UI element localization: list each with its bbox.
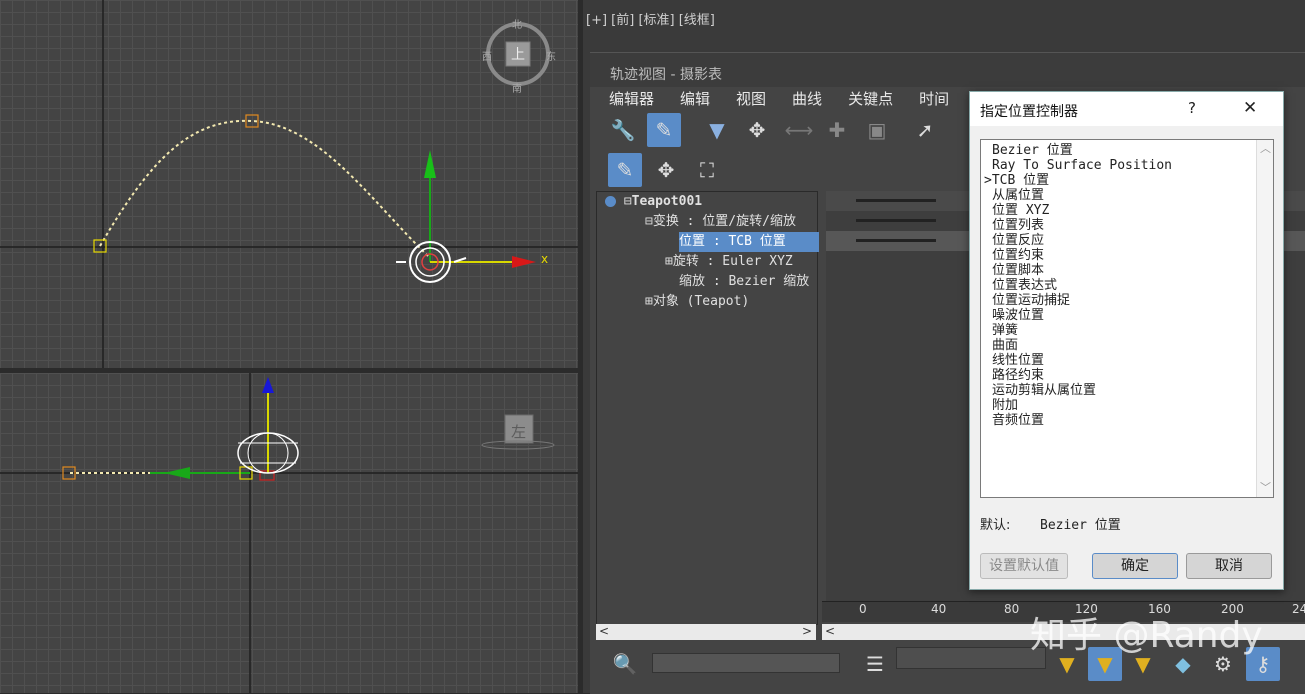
expand-icon[interactable]: ⊞ bbox=[645, 294, 653, 309]
tree-item-transform[interactable]: ⊟变换 : 位置/旋转/缩放 bbox=[645, 212, 796, 232]
lock-selection-icon[interactable]: ⛶ bbox=[690, 153, 724, 187]
list-item[interactable]: 曲面 bbox=[984, 338, 1273, 353]
tick-label: 80 bbox=[1004, 602, 1020, 616]
object-dot-icon bbox=[605, 196, 616, 207]
list-item[interactable]: Bezier 位置 bbox=[984, 143, 1273, 158]
select-time-icon[interactable]: ➚ bbox=[908, 113, 942, 147]
list-item[interactable]: 路径约束 bbox=[984, 368, 1273, 383]
list-item[interactable]: 线性位置 bbox=[984, 353, 1273, 368]
track-search-input[interactable] bbox=[652, 653, 840, 673]
controller-list-items: Bezier 位置 Ray To Surface Position >TCB 位… bbox=[981, 140, 1273, 428]
assign-position-controller-dialog: 指定位置控制器 ? ✕ Bezier 位置 Ray To Surface Pos… bbox=[969, 91, 1284, 590]
list-item[interactable]: 位置脚本 bbox=[984, 263, 1273, 278]
range-bar[interactable] bbox=[856, 199, 936, 202]
compass-east: 东 bbox=[546, 52, 556, 63]
tick-label: 0 bbox=[859, 602, 867, 616]
list-item-selected[interactable]: >TCB 位置 bbox=[984, 173, 1273, 188]
watermark: 知乎 @Randy bbox=[1030, 615, 1263, 656]
scroll-down-icon[interactable]: ﹀ bbox=[1260, 479, 1271, 495]
tree-item-root[interactable]: ⊟Teapot001 bbox=[605, 192, 702, 212]
default-value: Bezier 位置 bbox=[1040, 518, 1121, 533]
list-item[interactable]: 位置约束 bbox=[984, 248, 1273, 263]
compass-west: 西 bbox=[482, 52, 492, 63]
viewcube-left-label[interactable]: 左 bbox=[511, 421, 526, 442]
menu-editor[interactable]: 编辑器 bbox=[609, 90, 654, 108]
tree-item-rotation[interactable]: ⊞旋转 : Euler XYZ bbox=[665, 252, 793, 272]
x-axis-label: x bbox=[541, 252, 549, 266]
filter-icon[interactable]: ▼ bbox=[700, 113, 734, 147]
menu-view[interactable]: 视图 bbox=[736, 90, 766, 108]
controller-list[interactable]: Bezier 位置 Ray To Surface Position >TCB 位… bbox=[980, 139, 1274, 498]
compass-north: 北 bbox=[512, 20, 522, 31]
tree-scrollbar[interactable]: < > bbox=[596, 624, 816, 640]
scroll-left-arrow[interactable]: < bbox=[599, 624, 609, 638]
list-scrollbar[interactable]: ︿ ﹀ bbox=[1256, 140, 1273, 497]
set-default-button[interactable]: 设置默认值 bbox=[980, 553, 1068, 579]
range-bar[interactable] bbox=[856, 219, 936, 222]
dope-sheet-icon[interactable]: ✎ bbox=[647, 113, 681, 147]
list-item[interactable]: 运动剪辑从属位置 bbox=[984, 383, 1273, 398]
list-item[interactable]: 位置列表 bbox=[984, 218, 1273, 233]
menu-edit[interactable]: 编辑 bbox=[680, 90, 710, 108]
scroll-right-arrow[interactable]: > bbox=[802, 624, 812, 638]
list-item[interactable]: 音频位置 bbox=[984, 413, 1273, 428]
viewport-left-scene bbox=[0, 373, 578, 693]
viewport-front-label[interactable]: [+] [前] [标准] [线框] bbox=[586, 9, 715, 28]
viewport-left[interactable]: 左 bbox=[0, 373, 578, 693]
filter-selected-icon[interactable]: 🔧 bbox=[606, 113, 640, 147]
tree-item-object[interactable]: ⊞对象 (Teapot) bbox=[645, 292, 749, 312]
edit-ranges-icon[interactable]: ✥ bbox=[649, 153, 683, 187]
list-item[interactable]: 噪波位置 bbox=[984, 308, 1273, 323]
edit-keys-icon[interactable]: ✎ bbox=[608, 153, 642, 187]
ok-button[interactable]: 确定 bbox=[1092, 553, 1178, 579]
track-view-titlebar[interactable]: 轨迹视图 - 摄影表 bbox=[590, 53, 1305, 87]
value-field[interactable] bbox=[896, 647, 1046, 669]
menu-curves[interactable]: 曲线 bbox=[792, 90, 822, 108]
default-label: 默认: bbox=[980, 518, 1011, 533]
dialog-titlebar[interactable]: 指定位置控制器 ? ✕ bbox=[970, 92, 1283, 126]
compass-south: 南 bbox=[512, 84, 522, 95]
scroll-left-arrow[interactable]: < bbox=[825, 624, 835, 638]
list-item[interactable]: 位置反应 bbox=[984, 233, 1273, 248]
viewcube-top-label[interactable]: 上 bbox=[511, 44, 525, 64]
expand-icon[interactable]: ⊞ bbox=[665, 254, 673, 269]
help-icon[interactable]: ? bbox=[1188, 99, 1196, 117]
list-item[interactable]: 位置运动捕捉 bbox=[984, 293, 1273, 308]
list-item[interactable]: 位置 XYZ bbox=[984, 203, 1273, 218]
controller-tree[interactable]: ⊟Teapot001 ⊟变换 : 位置/旋转/缩放 位置 : TCB 位置 ⊞旋… bbox=[596, 191, 819, 625]
viewport-top[interactable]: x 上 北 南 东 西 bbox=[0, 0, 578, 368]
tree-item-position[interactable]: 位置 : TCB 位置 bbox=[679, 232, 819, 252]
list-item[interactable]: 附加 bbox=[984, 398, 1273, 413]
collapse-icon[interactable]: ⊟ bbox=[645, 214, 653, 229]
close-icon[interactable]: ✕ bbox=[1243, 98, 1257, 118]
dialog-title: 指定位置控制器 bbox=[980, 104, 1078, 120]
tick-label: 24 bbox=[1292, 602, 1305, 616]
range-bar[interactable] bbox=[856, 239, 936, 242]
menu-time[interactable]: 时间 bbox=[919, 90, 949, 108]
slide-keys-icon[interactable]: ⟷ bbox=[782, 113, 816, 147]
cancel-button[interactable]: 取消 bbox=[1186, 553, 1272, 579]
list-item[interactable]: 位置表达式 bbox=[984, 278, 1273, 293]
scroll-up-icon[interactable]: ︿ bbox=[1260, 140, 1271, 156]
menu-keys[interactable]: 关键点 bbox=[848, 90, 893, 108]
track-view-title: 轨迹视图 - 摄影表 bbox=[610, 67, 722, 83]
scale-keys-icon[interactable]: ▣ bbox=[860, 113, 894, 147]
list-item[interactable]: Ray To Surface Position bbox=[984, 158, 1273, 173]
tick-label: 40 bbox=[931, 602, 947, 616]
key-stats-icon[interactable]: ☰ bbox=[858, 647, 892, 681]
collapse-icon[interactable]: ⊟ bbox=[624, 194, 632, 209]
list-item[interactable]: 从属位置 bbox=[984, 188, 1273, 203]
move-keys-icon[interactable]: ✥ bbox=[740, 113, 774, 147]
list-item[interactable]: 弹簧 bbox=[984, 323, 1273, 338]
add-keys-icon[interactable]: ✚ bbox=[820, 113, 854, 147]
tree-item-scale[interactable]: 缩放 : Bezier 缩放 bbox=[679, 272, 809, 292]
zoom-icon[interactable]: 🔍 bbox=[608, 647, 642, 681]
